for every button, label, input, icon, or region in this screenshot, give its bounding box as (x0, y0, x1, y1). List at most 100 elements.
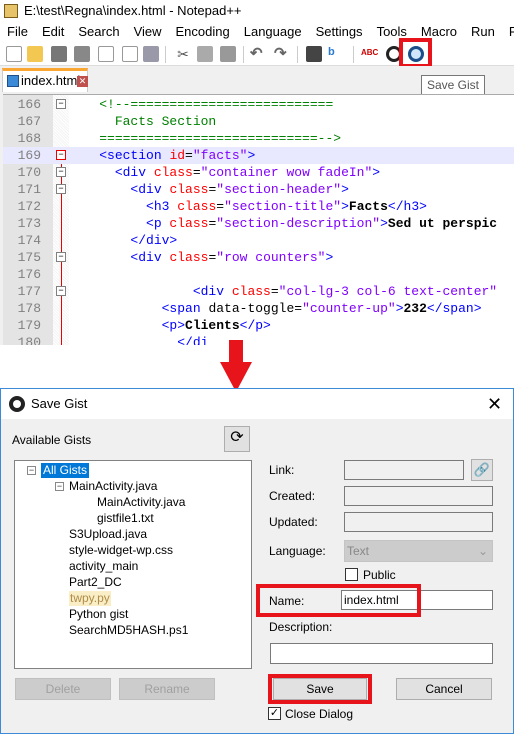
chevron-down-icon: ⌄ (477, 544, 488, 558)
menu-run[interactable]: Run (464, 22, 502, 42)
token-attr: class (169, 250, 209, 265)
save-icon[interactable] (51, 46, 67, 62)
token-sp (68, 148, 99, 163)
description-field[interactable] (270, 643, 493, 664)
token-tag: > (372, 165, 381, 180)
toolbar: ✂ ↶ ↷ b ABC (0, 42, 514, 66)
created-field[interactable] (344, 486, 493, 506)
menu-file[interactable]: File (0, 22, 35, 42)
window-title: E:\test\Regna\index.html - Notepad++ (24, 3, 242, 18)
menu-view[interactable]: View (127, 22, 169, 42)
token-tag: > (325, 250, 334, 265)
close-icon[interactable]: ✕ (487, 393, 502, 415)
token-val: "section-header" (216, 182, 342, 197)
code-line: 169 − <section id="facts"> (3, 147, 514, 164)
token-attr: id (169, 148, 186, 163)
menu-edit[interactable]: Edit (35, 22, 71, 42)
close-dialog-checkbox[interactable]: ✓ (268, 707, 281, 720)
code-line: 174 </div> (3, 232, 514, 249)
fold-toggle-icon[interactable]: − (56, 252, 66, 262)
arrow-icon (229, 340, 243, 364)
updated-field[interactable] (344, 512, 493, 532)
tree-item[interactable]: Python gist (69, 607, 128, 622)
save-all-icon[interactable] (74, 46, 90, 62)
token-sp: = (270, 284, 279, 299)
token-sp (68, 233, 130, 248)
public-checkbox[interactable] (345, 568, 358, 581)
open-file-icon[interactable] (27, 46, 43, 62)
notepadpp-window: E:\test\Regna\index.html - Notepad++ Fil… (0, 0, 514, 345)
token-val: "counter-up" (302, 301, 396, 316)
tree-item[interactable]: S3Upload.java (69, 527, 147, 542)
collapse-icon[interactable]: − (55, 482, 64, 491)
code-text: </di (68, 334, 208, 345)
collapse-icon[interactable]: − (27, 466, 36, 475)
paste-icon[interactable] (220, 46, 236, 62)
token-tag: </di (177, 335, 209, 345)
tree-item[interactable]: activity_main (69, 559, 138, 574)
token-sp (68, 250, 130, 265)
menu-encoding[interactable]: Encoding (169, 22, 237, 42)
tree-item[interactable]: SearchMD5HASH.ps1 (69, 623, 188, 638)
refresh-icon: ⟳ (230, 429, 244, 446)
code-line: 180 </di (3, 334, 514, 345)
language-select[interactable]: Text ⌄ (344, 540, 493, 562)
find-icon[interactable] (306, 46, 322, 62)
code-text: <p>Clients</p> (68, 317, 271, 334)
token-tag: <div (192, 284, 232, 299)
replace-icon[interactable]: b (328, 46, 344, 62)
token-tag: > (380, 216, 388, 231)
token-tag: <p> (161, 318, 186, 333)
spellcheck-icon[interactable]: ABC (361, 46, 378, 62)
close-all-icon[interactable] (122, 46, 138, 62)
token-txt: Sed ut perspic (387, 216, 498, 231)
dialog-title-bar: Save Gist ✕ (1, 389, 513, 419)
menu-language[interactable]: Language (237, 22, 309, 42)
fold-toggle-icon[interactable]: − (56, 286, 66, 296)
tab-close-icon[interactable]: ✕ (77, 76, 88, 87)
refresh-button[interactable]: ⟳ (224, 426, 250, 452)
cancel-button[interactable]: Cancel (396, 678, 492, 700)
code-text: <div class="col-lg-3 col-6 text-center" (68, 283, 497, 300)
menu-settings[interactable]: Settings (309, 22, 370, 42)
token-val: "container wow fadeIn" (200, 165, 373, 180)
menu-plugin[interactable]: Plugin (502, 22, 514, 42)
token-val: "section-description" (216, 216, 381, 231)
redo-icon[interactable]: ↷ (274, 46, 290, 62)
line-number: 170 (17, 165, 41, 180)
tab-index-html[interactable]: index.html ✕ (2, 68, 88, 92)
separator (243, 46, 244, 63)
fold-toggle-icon[interactable]: − (56, 150, 66, 160)
copy-icon[interactable] (197, 46, 213, 62)
tree-item[interactable]: style-widget-wp.css (69, 543, 173, 558)
tree-item[interactable]: gistfile1.txt (97, 511, 154, 526)
tree-item[interactable]: twpy.py (69, 591, 111, 606)
code-line: 172 <h3 class="section-title">Facts</h3> (3, 198, 514, 215)
line-number: 176 (17, 267, 41, 282)
link-field[interactable] (344, 460, 464, 480)
undo-icon[interactable]: ↶ (250, 46, 266, 62)
line-number: 171 (17, 182, 41, 197)
tree-item[interactable]: MainActivity.java (97, 495, 185, 510)
close-icon[interactable] (98, 46, 114, 62)
code-line: 166 − <!--========================== (3, 96, 514, 113)
rename-button[interactable]: Rename (119, 678, 215, 700)
fold-toggle-icon[interactable]: − (56, 99, 66, 109)
token-val: "facts" (192, 148, 248, 163)
copy-link-button[interactable]: 🔗 (471, 459, 493, 481)
fold-toggle-icon[interactable]: − (56, 167, 66, 177)
tree-item[interactable]: MainActivity.java (69, 479, 157, 494)
cut-icon[interactable]: ✂ (175, 46, 191, 62)
code-editor[interactable]: 166− <!--========================== 167 F… (3, 94, 514, 345)
code-line: 173 <p class="section-description">Sed u… (3, 215, 514, 232)
print-icon[interactable] (143, 46, 159, 62)
fold-toggle-icon[interactable]: − (56, 184, 66, 194)
tree-item[interactable]: Part2_DC (69, 575, 122, 590)
gist-tree[interactable]: − All Gists − MainActivity.java MainActivity… (14, 460, 252, 669)
menu-search[interactable]: Search (71, 22, 126, 42)
delete-button[interactable]: Delete (15, 678, 111, 700)
new-file-icon[interactable] (6, 46, 22, 62)
token-tag: <section (99, 148, 170, 163)
tree-item[interactable]: All Gists (41, 463, 90, 478)
code-text: <h3 class="section-title">Facts</h3> (68, 198, 427, 215)
